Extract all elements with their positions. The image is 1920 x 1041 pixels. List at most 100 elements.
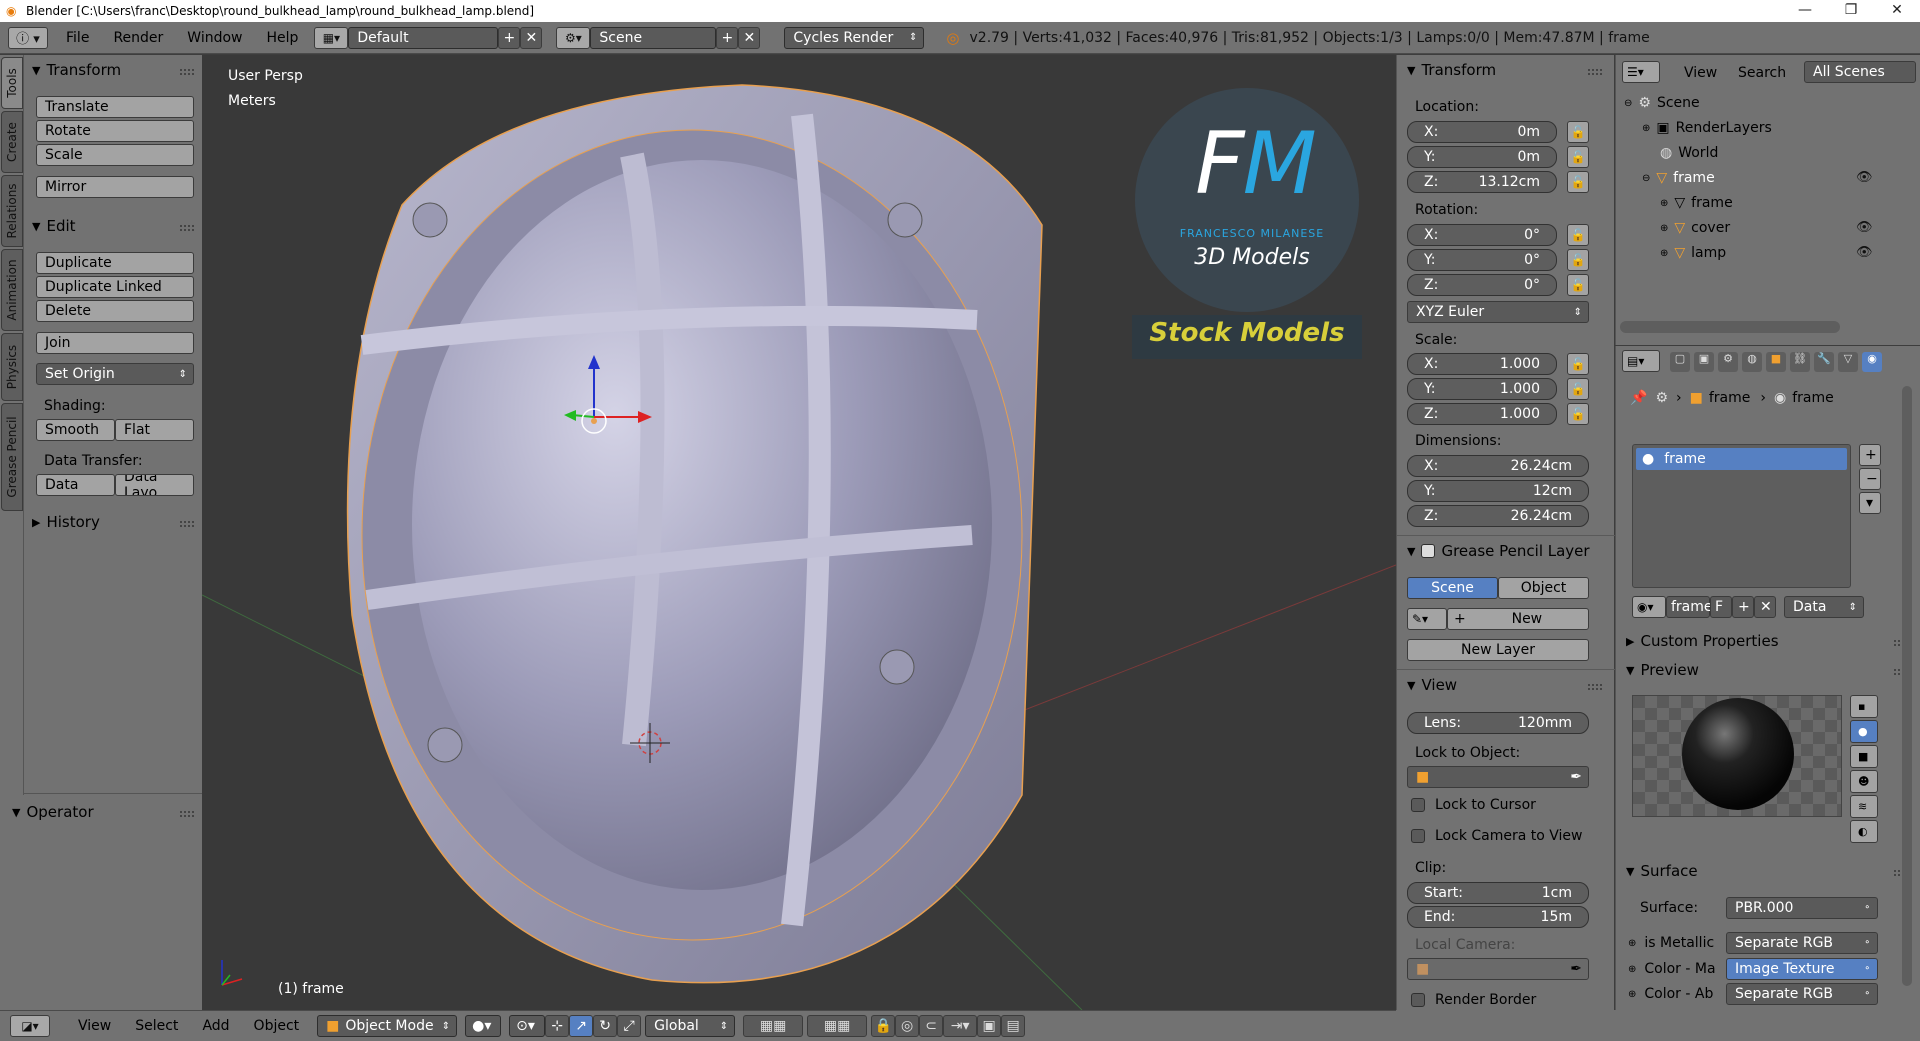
preview-header[interactable]: ▼ Preview <box>1626 661 1699 679</box>
scene-delete-button[interactable]: ✕ <box>738 26 761 49</box>
rotation-z-field[interactable]: Z: 0° <box>1407 274 1557 296</box>
grease-pencil-layer-header[interactable]: ▼ Grease Pencil Layer <box>1407 542 1590 560</box>
proportional-edit-button[interactable]: ◎ <box>895 1015 920 1037</box>
outliner-item-world[interactable]: ◍ World <box>1660 145 1718 161</box>
shade-flat-button[interactable]: Flat <box>115 419 194 441</box>
object-tab-icon[interactable]: ■ <box>1766 352 1786 372</box>
input-link-select[interactable]: Image Texture ⚬ <box>1726 958 1878 980</box>
outliner-scrollbar[interactable] <box>1620 321 1840 333</box>
expand-icon[interactable]: ⊕ <box>1628 938 1636 949</box>
visibility-eye-icon[interactable]: 👁 <box>1856 220 1873 235</box>
menu-view[interactable]: View <box>66 1018 123 1034</box>
layout-name-field[interactable]: Default <box>348 26 499 49</box>
snap-element-select[interactable]: ⇥▾ <box>943 1015 978 1037</box>
preview-flat-icon[interactable]: ▪ <box>1850 695 1878 718</box>
rotate-button[interactable]: Rotate <box>36 120 194 142</box>
unlink-material-button[interactable]: ✕ <box>1754 596 1776 618</box>
data-tab-icon[interactable]: ▽ <box>1838 352 1858 372</box>
scale-y-field[interactable]: Y: 1.000 <box>1407 378 1557 400</box>
panel-grip-icon[interactable] <box>180 225 194 231</box>
material-slot-item[interactable]: ● frame <box>1636 448 1847 470</box>
gp-object-toggle[interactable]: Object <box>1498 577 1589 599</box>
lock-icon[interactable]: 🔓 <box>1567 353 1589 375</box>
renderlayers-tab-icon[interactable]: ▣ <box>1694 352 1714 372</box>
close-button[interactable]: ✕ <box>1874 0 1920 22</box>
scale-manipulator-toggle[interactable]: ⤢ <box>617 1015 642 1037</box>
local-camera-field[interactable]: ■ ✒ <box>1407 958 1589 980</box>
pin-icon[interactable]: 📌 <box>1630 390 1647 406</box>
outliner-item-cover[interactable]: ⊕ ▽ cover <box>1660 220 1730 236</box>
menu-object[interactable]: Object <box>242 1018 312 1034</box>
lens-field[interactable]: Lens: 120mm <box>1407 712 1589 734</box>
dimensions-z-field[interactable]: Z: 26.24cm <box>1407 505 1589 527</box>
bulkhead-lamp-model[interactable] <box>346 84 1043 984</box>
lock-icon[interactable]: 🔓 <box>1567 121 1589 143</box>
gp-browse-button[interactable]: ✎▾ <box>1407 608 1447 630</box>
join-button[interactable]: Join <box>36 332 194 354</box>
clip-end-field[interactable]: End: 15m <box>1407 906 1589 928</box>
tab-tools[interactable]: Tools <box>1 57 23 109</box>
lock-icon[interactable]: 🔓 <box>1567 171 1589 193</box>
rotation-y-field[interactable]: Y: 0° <box>1407 249 1557 271</box>
scene-name-field[interactable]: Scene <box>590 26 717 49</box>
pivot-point-select[interactable]: ⊙▾ <box>509 1015 546 1037</box>
delete-button[interactable]: Delete <box>36 300 194 322</box>
input-link-select[interactable]: Separate RGB ⚬ <box>1726 983 1878 1005</box>
mirror-button[interactable]: Mirror <box>36 176 194 198</box>
set-origin-select[interactable]: Set Origin ⇕ <box>36 363 194 385</box>
render-tab-icon[interactable]: ▢ <box>1670 352 1690 372</box>
minimize-button[interactable]: — <box>1782 0 1828 22</box>
gp-new-button[interactable]: + New <box>1447 608 1589 630</box>
gp-new-layer-button[interactable]: New Layer <box>1407 639 1589 661</box>
edit-panel-header[interactable]: ▼ Edit <box>32 217 76 235</box>
layers-grid-2[interactable]: ▦▦ <box>807 1015 868 1037</box>
lock-to-cursor-checkbox[interactable] <box>1411 798 1425 812</box>
properties-editor-type-button[interactable]: ▤▾ <box>1622 350 1660 372</box>
custom-properties-header[interactable]: ▶ Custom Properties <box>1626 632 1779 650</box>
editor-type-info-button[interactable]: ⓘ ▾ <box>8 26 48 49</box>
panel-grip-icon[interactable] <box>180 521 194 527</box>
location-z-field[interactable]: Z: 13.12cm <box>1407 171 1557 193</box>
duplicate-linked-button[interactable]: Duplicate Linked <box>36 276 194 298</box>
preview-hair-icon[interactable]: ≋ <box>1850 795 1878 818</box>
layout-browse-button[interactable]: ▦▾ <box>314 26 349 49</box>
data-layout-button[interactable]: Data Layo <box>115 474 194 496</box>
lock-icon[interactable]: 🔓 <box>1567 378 1589 400</box>
preview-sky-icon[interactable]: ◐ <box>1850 820 1878 843</box>
lock-icon[interactable]: 🔓 <box>1567 274 1589 296</box>
scene-browse-button[interactable]: ⚙▾ <box>556 26 591 49</box>
lock-icon[interactable]: 🔓 <box>1567 249 1589 271</box>
tab-physics[interactable]: Physics <box>1 333 23 401</box>
menu-render[interactable]: Render <box>101 30 175 46</box>
maximize-button[interactable]: ❐ <box>1828 0 1874 22</box>
lock-camera-checkbox[interactable] <box>1411 829 1425 843</box>
menu-add[interactable]: Add <box>190 1018 241 1034</box>
remove-slot-button[interactable]: − <box>1859 468 1881 490</box>
preview-monkey-icon[interactable]: ☻ <box>1850 770 1878 793</box>
opengl-animation-button[interactable]: ▤ <box>1001 1015 1026 1037</box>
outliner-search-menu[interactable]: Search <box>1738 65 1786 81</box>
scale-x-field[interactable]: X: 1.000 <box>1407 353 1557 375</box>
transform-panel-header[interactable]: ▼ Transform <box>32 61 121 79</box>
view-panel-header[interactable]: ▼ View <box>1407 676 1457 694</box>
n-transform-header[interactable]: ▼ Transform <box>1407 61 1496 79</box>
shade-smooth-button[interactable]: Smooth <box>36 419 115 441</box>
modifiers-tab-icon[interactable]: 🔧 <box>1814 352 1834 372</box>
expand-icon[interactable]: ⊕ <box>1628 989 1636 1000</box>
outliner-item-frame-mesh[interactable]: ⊕ ▽ frame <box>1660 195 1733 211</box>
new-material-button[interactable]: + <box>1732 596 1754 618</box>
lock-icon[interactable]: 🔓 <box>1567 403 1589 425</box>
fake-user-button[interactable]: F <box>1710 596 1732 618</box>
constraints-tab-icon[interactable]: ⛓ <box>1790 352 1810 372</box>
lock-object-field[interactable]: ■ ✒ <box>1407 766 1589 788</box>
input-link-select[interactable]: Separate RGB ⚬ <box>1726 932 1878 954</box>
slot-specials-button[interactable]: ▾ <box>1859 492 1881 514</box>
lock-icon[interactable]: 🔓 <box>1567 146 1589 168</box>
add-slot-button[interactable]: + <box>1859 444 1881 466</box>
properties-scrollbar[interactable] <box>1902 386 1912 986</box>
manipulator-toggle[interactable]: ⊹ <box>545 1015 570 1037</box>
lock-layers-button[interactable]: 🔒 <box>871 1015 896 1037</box>
render-engine-select[interactable]: Cycles Render ⇕ <box>784 26 925 49</box>
menu-select[interactable]: Select <box>123 1018 190 1034</box>
visibility-eye-icon[interactable]: 👁 <box>1856 170 1873 185</box>
